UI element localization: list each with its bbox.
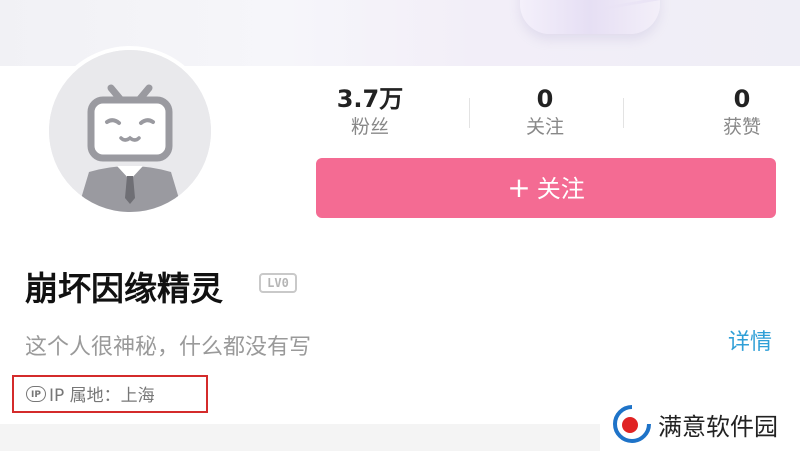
stat-following-label: 关注 [525, 116, 564, 138]
stat-likes-value: 0 [733, 85, 751, 113]
profile-stats: 3.7万 粉丝 0 关注 0 获赞 [310, 84, 775, 144]
watermark-text: 满意软件园 [658, 412, 778, 441]
avatar[interactable] [45, 46, 215, 216]
stat-followers[interactable]: 3.7万 粉丝 [310, 84, 430, 140]
watermark-logo-icon [613, 404, 652, 443]
details-link[interactable]: 详情 [728, 324, 772, 356]
ip-location-text: IP 属地：上海 [49, 386, 155, 406]
watermark: 满意软件园 [600, 397, 800, 451]
username: 崩坏因缘精灵 [25, 269, 223, 308]
ip-location: IP IP 属地：上海 [26, 381, 155, 406]
ip-icon: IP [26, 385, 46, 402]
follow-button-label: 关注 [536, 175, 585, 203]
stat-followers-label: 粉丝 [350, 116, 389, 138]
bilibili-tv-mascot-icon [49, 50, 211, 212]
stat-divider [469, 98, 470, 128]
stat-likes-label: 获赞 [722, 116, 761, 138]
stat-following[interactable]: 0 关注 [485, 84, 605, 140]
follow-button[interactable]: + 关注 [316, 158, 776, 218]
stat-divider [623, 98, 624, 128]
banner-decoration [520, 0, 660, 34]
stat-following-value: 0 [536, 85, 554, 113]
bio-text: 这个人很神秘，什么都没有写 [25, 335, 312, 360]
stat-followers-value: 3.7万 [336, 85, 404, 113]
level-badge: LV0 [259, 273, 297, 293]
stat-likes[interactable]: 0 获赞 [682, 84, 800, 140]
plus-icon: + [507, 171, 531, 204]
